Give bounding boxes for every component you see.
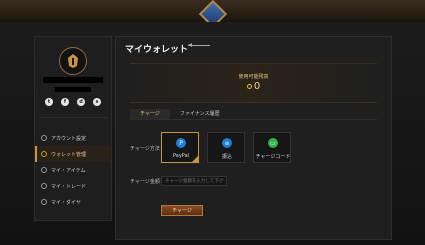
amount-label: チャージ金額： — [130, 179, 165, 185]
sidebar-item-trade[interactable]: マイ・トレード — [35, 178, 111, 194]
sidebar-item-diamond[interactable]: マイ・ダイヤ — [35, 194, 111, 210]
paypal-icon: P — [176, 138, 186, 148]
method-label: チャージコード — [255, 154, 291, 160]
wallet-icon — [41, 151, 47, 157]
wallet-panel: マイウォレット 使用可能残高 0 チャージ ファイナンス履歴 チャージ方法： P… — [115, 36, 392, 240]
trade-icon — [41, 183, 47, 189]
method-bank-transfer[interactable]: ≡ 振込 — [207, 132, 245, 163]
social-links: t f d s — [45, 98, 101, 108]
sidebar-item-label: ウォレット管理 — [51, 151, 87, 158]
tab-charge[interactable]: チャージ — [130, 109, 170, 119]
sidebar-item-wallet[interactable]: ウォレット管理 — [35, 146, 111, 162]
balance-value-row: 0 — [130, 81, 377, 92]
charge-button[interactable]: チャージ — [161, 205, 203, 216]
coin-icon — [246, 84, 252, 89]
diamond-icon — [41, 199, 47, 205]
method-paypal[interactable]: P PayPal — [161, 132, 199, 163]
item-icon — [41, 167, 47, 173]
method-charge-code[interactable]: ▭ チャージコード — [253, 132, 291, 163]
page-title: マイウォレット — [125, 45, 189, 55]
code-icon: ▭ — [268, 138, 278, 148]
facebook-icon[interactable]: f — [61, 98, 69, 106]
redacted-user-id — [55, 87, 91, 92]
tab-finance-history[interactable]: ファイナンス履歴 — [170, 109, 230, 119]
method-label: 振込 — [221, 154, 232, 160]
discord-icon[interactable]: d — [77, 98, 85, 106]
balance-value: 0 — [253, 81, 261, 92]
balance-label: 使用可能残高 — [238, 74, 269, 80]
helmet-icon — [68, 54, 78, 68]
sidebar-item-items[interactable]: マイ・アイテム — [35, 162, 111, 178]
charge-method-label: チャージ方法： — [130, 146, 165, 152]
twitter-icon[interactable]: t — [45, 98, 53, 106]
sidebar-divider — [39, 117, 107, 118]
top-banner — [0, 0, 425, 29]
redacted-username — [43, 77, 103, 83]
sidebar-menu: アカウント設定 ウォレット管理 マイ・アイテム マイ・トレード マイ・ダイヤ — [35, 130, 111, 210]
sidebar-item-label: マイ・アイテム — [51, 167, 86, 174]
sidebar-item-label: マイ・ダイヤ — [51, 199, 81, 206]
sidebar-item-label: マイ・トレード — [51, 183, 87, 190]
back-arrow-icon[interactable] — [188, 43, 210, 47]
charge-methods: P PayPal ≡ 振込 ▭ チャージコード — [161, 132, 291, 163]
account-icon — [41, 135, 47, 141]
balance-box: 使用可能残高 0 — [130, 63, 377, 103]
method-label: PayPal — [172, 153, 190, 159]
amount-input[interactable] — [161, 176, 227, 186]
sidebar-item-label: アカウント設定 — [51, 135, 87, 142]
avatar[interactable] — [59, 47, 87, 75]
profile-sidebar: t f d s アカウント設定 ウォレット管理 マイ・アイテム マイ・トレード … — [34, 36, 112, 221]
wallet-tabs: チャージ ファイナンス履歴 — [130, 109, 377, 120]
bank-transfer-icon: ≡ — [222, 138, 232, 148]
sidebar-item-account[interactable]: アカウント設定 — [35, 130, 111, 146]
steam-icon[interactable]: s — [93, 98, 101, 106]
